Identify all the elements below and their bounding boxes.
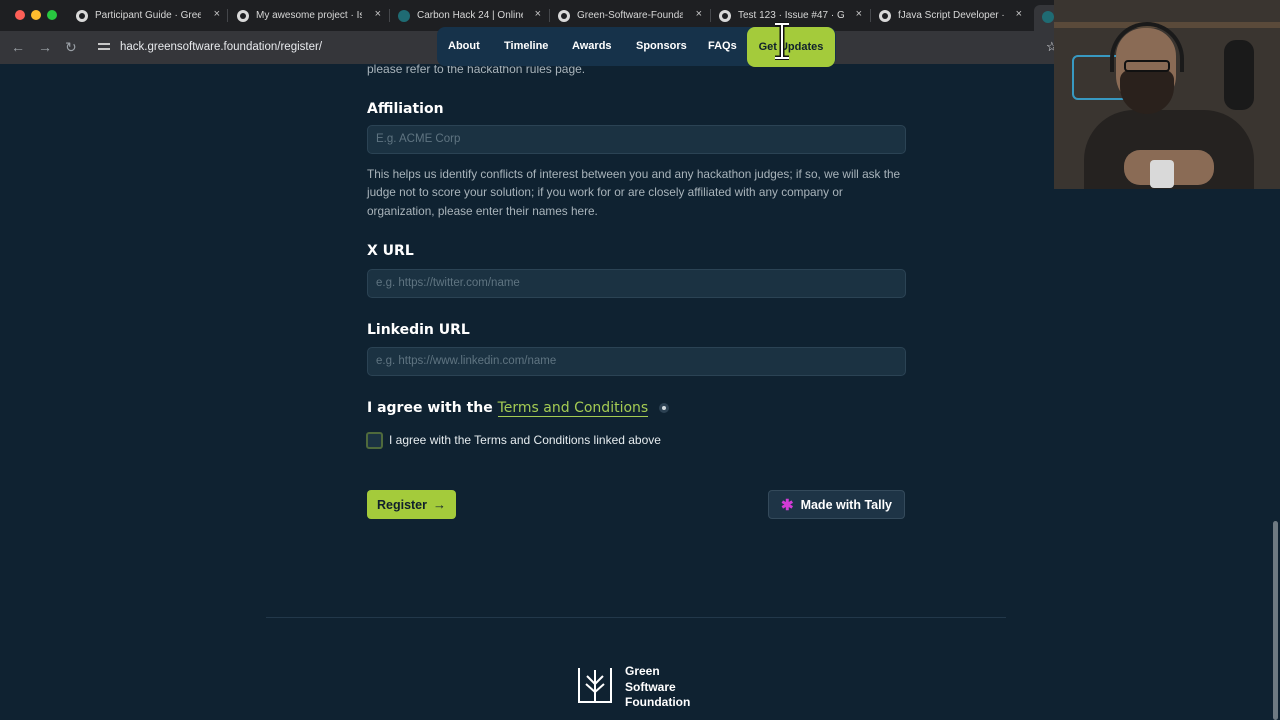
green-software-foundation-logo	[578, 668, 612, 703]
browser-tab[interactable]: Participant Guide · Green ×	[76, 4, 220, 27]
linkedin-url-placeholder: e.g. https://www.linkedin.com/name	[376, 355, 557, 367]
register-button-label: Register	[376, 497, 428, 512]
register-button[interactable]: Register →	[367, 490, 456, 519]
forward-arrow-icon[interactable]: →	[38, 39, 52, 55]
tally-button-label: Made with Tally	[800, 497, 893, 512]
affiliation-help-text: This helps us identify conflicts of inte…	[367, 167, 901, 218]
tally-star-icon: ✱	[780, 496, 794, 514]
reload-icon[interactable]: ↻	[65, 39, 77, 56]
minimize-window-button[interactable]	[31, 10, 41, 20]
browser-tab[interactable]: fJava Script Developer · ×	[879, 4, 1022, 27]
page-scrollbar[interactable]	[1273, 521, 1278, 720]
close-tab-icon[interactable]: ×	[1016, 8, 1022, 20]
github-icon	[879, 9, 891, 22]
affiliation-placeholder: E.g. ACME Corp	[376, 133, 461, 145]
nav-sponsors[interactable]: Sponsors	[636, 40, 687, 52]
terms-link[interactable]: Terms and Conditions	[497, 400, 649, 417]
logo-text: Green Software Foundation	[625, 664, 690, 711]
browser-tab[interactable]: My awesome project · Is ×	[237, 4, 381, 27]
affiliation-input[interactable]: E.g. ACME Corp	[367, 125, 906, 154]
nav-awards[interactable]: Awards	[572, 40, 612, 52]
logo-text-line: Green	[625, 664, 660, 678]
nav-timeline[interactable]: Timeline	[504, 40, 548, 52]
tab-title: Green-Software-Founda	[577, 10, 683, 21]
arrow-right-icon: →	[433, 497, 447, 512]
close-tab-icon[interactable]: ×	[214, 8, 220, 20]
webcam-video	[1054, 0, 1280, 189]
logo-text-line: Foundation	[625, 695, 691, 709]
tab-title: My awesome project · Is	[256, 10, 362, 21]
tab-title: Test 123 · Issue #47 · Gr	[738, 10, 844, 21]
get-updates-button[interactable]: Get Updates	[747, 27, 835, 67]
close-tab-icon[interactable]: ×	[375, 8, 381, 20]
logo-text-line: Software	[625, 679, 676, 694]
tab-title: fJava Script Developer ·	[898, 10, 1004, 21]
back-arrow-icon[interactable]: ←	[11, 39, 25, 55]
footer-divider	[266, 617, 1006, 618]
github-icon	[76, 9, 88, 22]
terms-heading: I agree with the Terms and Conditions	[367, 400, 670, 417]
nav-faqs[interactable]: FAQs	[708, 40, 737, 52]
tab-title: Carbon Hack 24 | Online	[417, 10, 523, 21]
close-tab-icon[interactable]: ×	[535, 8, 541, 20]
nav-about[interactable]: About	[448, 40, 480, 52]
made-with-tally-button[interactable]: ✱ Made with Tally	[768, 490, 905, 519]
tab-title: Participant Guide · Green	[95, 10, 201, 21]
browser-tab[interactable]: Carbon Hack 24 | Online ×	[398, 4, 541, 27]
linkedin-url-input[interactable]: e.g. https://www.linkedin.com/name	[367, 347, 906, 376]
close-tab-icon[interactable]: ×	[856, 8, 862, 20]
required-indicator-icon	[659, 403, 670, 413]
text-cursor-icon	[775, 22, 789, 60]
terms-heading-prefix: I agree with the	[367, 400, 493, 416]
url-field[interactable]: hack.greensoftware.foundation/register/	[120, 41, 322, 53]
github-icon	[719, 9, 731, 22]
close-window-button[interactable]	[15, 10, 25, 20]
maximize-window-button[interactable]	[47, 10, 57, 20]
github-icon	[237, 9, 249, 22]
x-url-label: X URL	[367, 243, 414, 259]
close-tab-icon[interactable]: ×	[696, 8, 702, 20]
gsf-icon	[1042, 11, 1054, 23]
terms-checkbox-label[interactable]: I agree with the Terms and Conditions li…	[389, 433, 661, 447]
site-settings-icon[interactable]	[98, 41, 110, 53]
x-url-input[interactable]: e.g. https://twitter.com/name	[367, 269, 906, 298]
terms-checkbox[interactable]	[366, 432, 383, 449]
gsf-icon	[398, 9, 410, 22]
browser-tab[interactable]: Green-Software-Founda ×	[558, 4, 702, 27]
linkedin-url-label: Linkedin URL	[367, 322, 470, 338]
x-url-placeholder: e.g. https://twitter.com/name	[376, 277, 520, 289]
affiliation-label: Affiliation	[367, 101, 444, 117]
github-icon	[558, 9, 570, 22]
